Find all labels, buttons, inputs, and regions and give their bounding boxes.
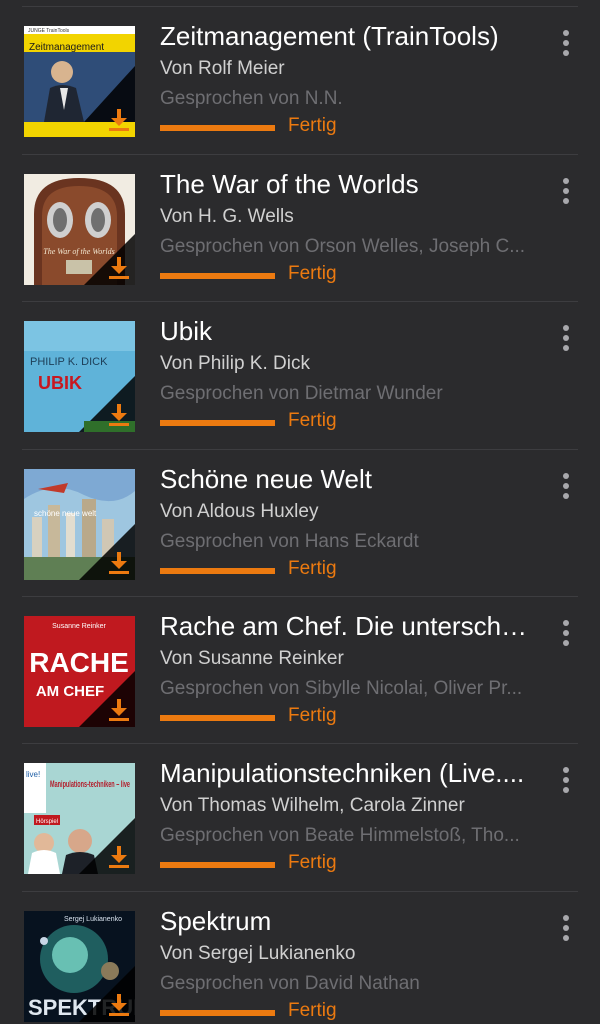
book-author: Von Sergej Lukianenko bbox=[160, 943, 356, 964]
more-options-button[interactable] bbox=[550, 464, 582, 508]
book-narrator: Gesprochen von Sibylle Nicolai, Oliver P… bbox=[160, 678, 523, 699]
progress-bar bbox=[160, 273, 275, 279]
list-item[interactable]: schöne neue welt Schöne neue Welt Von Al… bbox=[0, 450, 600, 597]
more-options-button[interactable] bbox=[550, 169, 582, 213]
status-label: Fertig bbox=[288, 705, 337, 726]
cover-badge: live! bbox=[26, 770, 40, 779]
cover-subtitle: AM CHEF bbox=[36, 683, 104, 700]
book-title: Spektrum bbox=[160, 906, 272, 936]
progress-fill bbox=[160, 420, 275, 426]
progress-fill bbox=[160, 715, 275, 721]
more-vert-icon bbox=[563, 325, 569, 351]
more-options-button[interactable] bbox=[550, 611, 582, 655]
download-icon bbox=[109, 404, 129, 426]
download-icon bbox=[109, 109, 129, 131]
list-item[interactable]: PHILIP K. DICK UBIK Ubik Von Philip K. D… bbox=[0, 302, 600, 449]
list-item[interactable]: Susanne Reinker RACHE AM CHEF Rache am C… bbox=[0, 597, 600, 744]
book-narrator: Gesprochen von Dietmar Wunder bbox=[160, 383, 443, 404]
cover-title: Zeitmanagement bbox=[29, 42, 104, 53]
list-item[interactable]: Sergej Lukianenko SPEKTRUM Spektrum Von … bbox=[0, 892, 600, 1024]
more-vert-icon bbox=[563, 915, 569, 941]
audiobook-list: JUNGE TrainTools Zeitmanagement Zeitmana… bbox=[0, 0, 600, 1024]
progress-fill bbox=[160, 273, 275, 279]
book-narrator: Gesprochen von N.N. bbox=[160, 88, 343, 109]
book-title: Schöne neue Welt bbox=[160, 464, 372, 494]
cover-image: Susanne Reinker RACHE AM CHEF bbox=[24, 616, 135, 727]
status-label: Fertig bbox=[288, 558, 337, 579]
book-author: Von H. G. Wells bbox=[160, 206, 294, 227]
progress-bar bbox=[160, 420, 275, 426]
more-options-button[interactable] bbox=[550, 21, 582, 65]
list-item[interactable]: live! Manipulations-techniken – live Hör… bbox=[0, 744, 600, 891]
more-options-button[interactable] bbox=[550, 906, 582, 950]
cover-publisher: JUNGE TrainTools bbox=[28, 28, 70, 34]
status-label: Fertig bbox=[288, 1000, 337, 1021]
book-author: Von Susanne Reinker bbox=[160, 648, 344, 669]
book-title: Zeitmanagement (TrainTools) bbox=[160, 21, 499, 51]
download-icon bbox=[109, 994, 129, 1016]
more-vert-icon bbox=[563, 620, 569, 646]
download-icon bbox=[109, 846, 129, 868]
book-author: Von Thomas Wilhelm, Carola Zinner bbox=[160, 795, 465, 816]
more-vert-icon bbox=[563, 767, 569, 793]
book-author: Von Aldous Huxley bbox=[160, 501, 319, 522]
cover-title: UBIK bbox=[38, 373, 82, 393]
cover-image: schöne neue welt bbox=[24, 469, 135, 580]
status-label: Fertig bbox=[288, 115, 337, 136]
cover-image: JUNGE TrainTools Zeitmanagement bbox=[24, 26, 135, 137]
progress-fill bbox=[160, 862, 275, 868]
cover-title: Manipulations-techniken – live bbox=[50, 779, 130, 789]
progress-fill bbox=[160, 1010, 275, 1016]
progress-fill bbox=[160, 125, 275, 131]
progress-bar bbox=[160, 862, 275, 868]
cover-author: Sergej Lukianenko bbox=[64, 916, 122, 923]
cover-image: PHILIP K. DICK UBIK bbox=[24, 321, 135, 432]
list-item[interactable]: JUNGE TrainTools Zeitmanagement Zeitmana… bbox=[0, 7, 600, 154]
download-icon bbox=[109, 699, 129, 721]
more-options-button[interactable] bbox=[550, 758, 582, 802]
book-title: Ubik bbox=[160, 316, 213, 346]
book-author: Von Philip K. Dick bbox=[160, 353, 310, 374]
download-icon bbox=[109, 552, 129, 574]
progress-bar bbox=[160, 568, 275, 574]
download-icon bbox=[109, 257, 129, 279]
cover-image: Sergej Lukianenko SPEKTRUM bbox=[24, 911, 135, 1022]
cover-image: The War of the Worlds bbox=[24, 174, 135, 285]
more-vert-icon bbox=[563, 473, 569, 499]
book-narrator: Gesprochen von Orson Welles, Joseph C... bbox=[160, 236, 526, 257]
book-narrator: Gesprochen von David Nathan bbox=[160, 973, 420, 994]
cover-tag: Hörspiel bbox=[36, 819, 58, 825]
book-narrator: Gesprochen von Hans Eckardt bbox=[160, 531, 419, 552]
status-label: Fertig bbox=[288, 410, 337, 431]
progress-bar bbox=[160, 125, 275, 131]
list-item[interactable]: The War of the Worlds The War of the Wor… bbox=[0, 155, 600, 302]
cover-author: Susanne Reinker bbox=[52, 623, 106, 630]
book-author: Von Rolf Meier bbox=[160, 58, 285, 79]
book-narrator: Gesprochen von Beate Himmelstoß, Tho... bbox=[160, 825, 520, 846]
book-title: Manipulationstechniken (Live.... bbox=[160, 758, 525, 788]
status-label: Fertig bbox=[288, 263, 337, 284]
book-title: Rache am Chef. Die unterschät... bbox=[160, 611, 530, 641]
cover-title: schöne neue welt bbox=[34, 509, 97, 518]
cover-image: live! Manipulations-techniken – live Hör… bbox=[24, 763, 135, 874]
cover-author: PHILIP K. DICK bbox=[30, 356, 108, 368]
more-options-button[interactable] bbox=[550, 316, 582, 360]
cover-title: The War of the Worlds bbox=[43, 247, 114, 256]
cover-title: RACHE bbox=[29, 647, 129, 678]
more-vert-icon bbox=[563, 30, 569, 56]
progress-fill bbox=[160, 568, 275, 574]
progress-bar bbox=[160, 1010, 275, 1016]
more-vert-icon bbox=[563, 178, 569, 204]
progress-bar bbox=[160, 715, 275, 721]
status-label: Fertig bbox=[288, 852, 337, 873]
book-title: The War of the Worlds bbox=[160, 169, 419, 199]
